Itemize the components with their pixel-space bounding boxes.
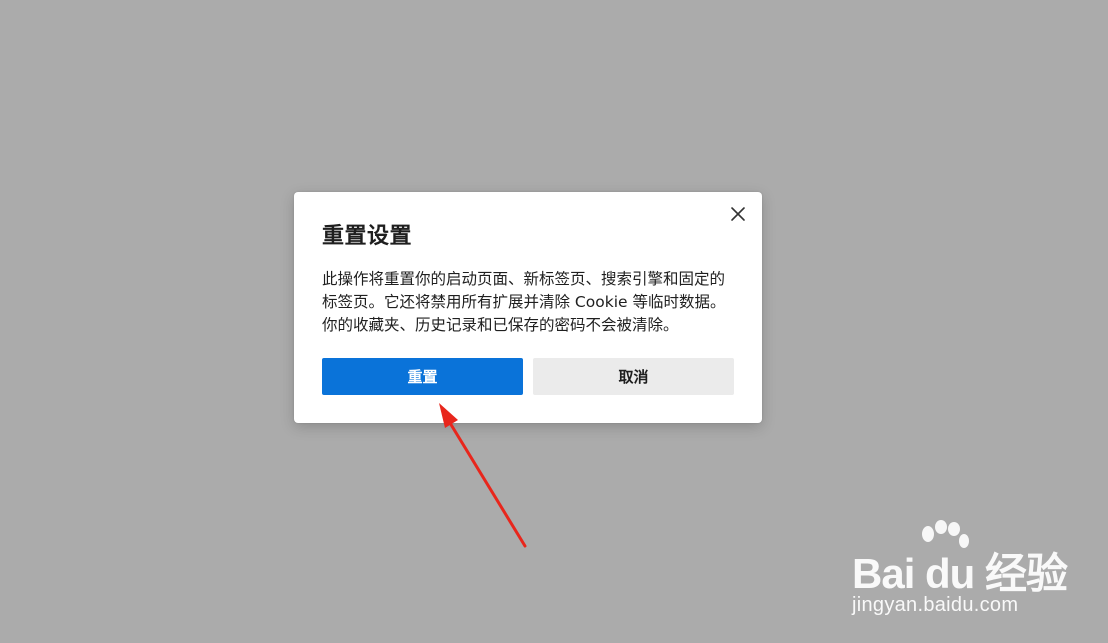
baidu-jingyan-watermark: Bai du 经验 jingyan.baidu.com [846, 520, 1068, 620]
watermark-url: jingyan.baidu.com [852, 594, 1019, 616]
watermark-brand: Bai du 经验 [852, 550, 1068, 597]
